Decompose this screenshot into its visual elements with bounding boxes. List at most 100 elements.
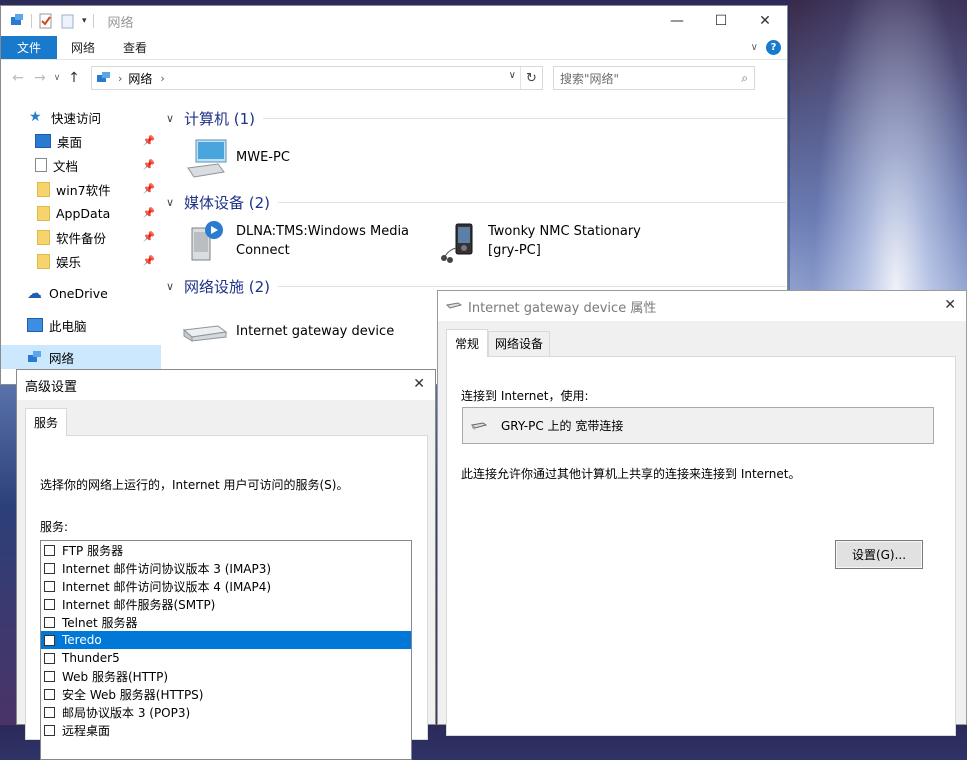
dialog-title-bar: 高级设置 ✕ [17,370,435,400]
close-button[interactable]: ✕ [743,6,787,36]
sidebar-item-appdata[interactable]: AppData 📌 [1,201,161,225]
pin-icon[interactable]: 📌 [143,184,155,195]
tab-view[interactable]: 查看 [109,36,161,59]
list-item[interactable]: Internet 邮件访问协议版本 3 (IMAP3) [41,559,411,577]
sidebar-item-this-pc[interactable]: 此电脑 [1,313,161,337]
services-list[interactable]: FTP 服务器 Internet 邮件访问协议版本 3 (IMAP3) Inte… [40,540,412,760]
sidebar-item-label: 此电脑 [49,318,87,334]
list-item[interactable]: Telnet 服务器 [41,613,411,631]
tab-strip: 服务 [25,408,435,436]
list-item[interactable]: Thunder5 [41,649,411,667]
settings-button[interactable]: 设置(G)... [835,540,923,569]
minimize-button[interactable]: — [655,6,699,36]
pin-icon[interactable]: 📌 [143,208,155,219]
close-icon[interactable]: ✕ [413,376,425,392]
list-item[interactable]: Internet 邮件访问协议版本 4 (IMAP4) [41,577,411,595]
tab-file[interactable]: 文件 [1,36,58,59]
sidebar-item-label: 娱乐 [56,254,82,270]
chevron-down-icon[interactable]: ∨ [166,196,178,209]
list-item[interactable]: Web 服务器(HTTP) [41,667,411,685]
device-label: Connect [236,243,290,258]
close-icon[interactable]: ✕ [944,297,956,313]
pin-icon[interactable]: 📌 [143,136,155,147]
expand-ribbon-icon[interactable]: ∨ [751,42,758,53]
service-label: Telnet 服务器 [62,615,138,630]
checkbox[interactable] [44,544,55,556]
chevron-down-icon[interactable]: ∨ [509,70,516,81]
sidebar-item-desktop[interactable]: 桌面 📌 [1,129,161,153]
navigation-pane: ★ 快速访问 桌面 📌 文档 📌 win7软件 📌 AppData 📌 软件备份… [1,101,161,386]
device-twonky[interactable]: Twonky NMC Stationary [gry-PC] [436,218,641,264]
connection-description: 此连接允许你通过其他计算机上共享的连接来连接到 Internet。 [461,467,801,481]
checkbox[interactable] [44,580,55,592]
search-input[interactable]: 搜索"网络" ⌕ [553,66,755,90]
service-label: FTP 服务器 [62,543,124,558]
list-item[interactable]: FTP 服务器 [41,541,411,559]
checkbox[interactable] [44,616,55,628]
service-label: Internet 邮件访问协议版本 4 (IMAP4) [62,579,272,594]
device-gateway[interactable]: Internet gateway device [180,308,394,354]
properties-icon[interactable] [38,13,54,29]
device-label: MWE-PC [236,149,290,165]
device-mwe-pc[interactable]: MWE-PC [184,134,290,180]
up-button[interactable]: ↑ [63,70,85,86]
group-header-computers[interactable]: ∨ 计算机 (1) [166,107,786,129]
pin-icon[interactable]: 📌 [143,160,155,171]
breadcrumb-chevron-icon[interactable]: › [118,72,122,85]
pin-icon[interactable]: 📌 [143,232,155,243]
sidebar-item-network[interactable]: 网络 [1,345,161,369]
sidebar-item-entertainment[interactable]: 娱乐 📌 [1,249,161,273]
sidebar-item-label: AppData [56,205,111,221]
recent-locations-icon[interactable]: ∨ [51,73,63,83]
list-item[interactable]: 邮局协议版本 3 (POP3) [41,703,411,721]
chevron-down-icon[interactable]: ∨ [166,112,178,125]
forward-button[interactable]: → [29,70,51,86]
checkbox[interactable] [44,598,55,610]
breadcrumb-chevron-icon[interactable]: › [160,72,164,85]
back-button[interactable]: ← [7,70,29,86]
sidebar-item-label: 文档 [53,158,79,174]
maximize-button[interactable]: ☐ [699,6,743,36]
sidebar-item-onedrive[interactable]: ☁ OneDrive [1,281,161,305]
search-icon: ⌕ [741,70,748,85]
service-label: Web 服务器(HTTP) [62,669,169,684]
sidebar-item-software-backup[interactable]: 软件备份 📌 [1,225,161,249]
sidebar-item-label: 桌面 [57,134,83,150]
device-label: Twonky NMC Stationary [488,224,641,239]
device-label: DLNA:TMS:Windows Media [236,224,410,239]
refresh-button[interactable]: ↻ [520,67,542,89]
address-bar[interactable]: › 网络 › ∨ ↻ [91,66,543,90]
separator [31,14,32,28]
tab-network[interactable]: 网络 [57,36,109,59]
sidebar-item-win7-software[interactable]: win7软件 📌 [1,177,161,201]
computer-icon [27,318,43,332]
tab-services[interactable]: 服务 [25,408,68,436]
tab-panel-general: 连接到 Internet，使用: GRY-PC 上的 宽带连接 此连接允许你通过… [446,356,956,736]
sidebar-item-quick-access[interactable]: ★ 快速访问 [1,105,161,129]
checkbox[interactable] [44,652,55,664]
list-item[interactable]: 远程桌面 [41,721,411,739]
checkbox[interactable] [44,562,55,574]
checkbox[interactable] [44,706,55,718]
checkbox[interactable] [44,688,55,700]
list-item[interactable]: Internet 邮件服务器(SMTP) [41,595,411,613]
sidebar-item-documents[interactable]: 文档 📌 [1,153,161,177]
tab-general[interactable]: 常规 [446,329,489,357]
device-dlna[interactable]: DLNA:TMS:Windows Media Connect [184,218,409,264]
group-header-media[interactable]: ∨ 媒体设备 (2) [166,191,786,213]
pin-icon[interactable]: 📌 [143,256,155,267]
checkbox[interactable] [44,724,55,736]
list-item[interactable]: Teredo [41,631,411,649]
checkbox[interactable] [44,634,55,646]
list-item[interactable]: 安全 Web 服务器(HTTPS) [41,685,411,703]
new-folder-icon[interactable] [60,13,76,29]
chevron-down-icon[interactable]: ∨ [166,280,178,293]
help-icon[interactable]: ? [766,40,781,55]
breadcrumb[interactable]: 网络 [128,70,152,87]
gateway-properties-dialog: Internet gateway device 属性 ✕ 常规 网络设备 连接到… [437,290,967,736]
checkbox[interactable] [44,670,55,682]
folder-icon [37,181,50,197]
tab-network-devices[interactable]: 网络设备 [488,331,551,357]
customize-qat-icon[interactable]: ▾ [82,16,87,26]
network-icon [11,14,23,25]
